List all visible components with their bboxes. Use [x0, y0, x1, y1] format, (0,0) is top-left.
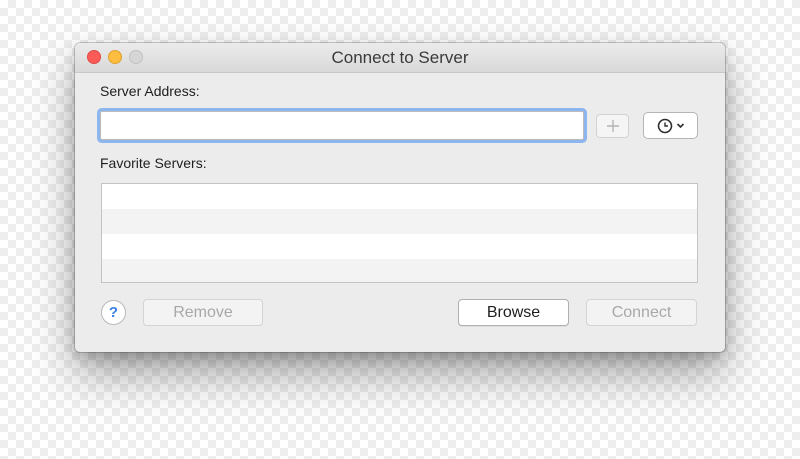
add-to-favorites-button[interactable] [596, 114, 629, 138]
window-title: Connect to Server [331, 48, 469, 67]
favorite-servers-label: Favorite Servers: [100, 155, 207, 171]
list-row [102, 209, 697, 234]
title-bar[interactable]: Connect to Server [75, 43, 725, 73]
list-row [102, 259, 697, 282]
chevron-down-icon [676, 123, 685, 129]
connect-button[interactable]: Connect [586, 299, 697, 326]
list-row [102, 234, 697, 259]
plus-icon [606, 120, 619, 132]
recent-servers-button[interactable] [643, 112, 698, 139]
connect-to-server-window: Connect to Server Server Address: Favori… [75, 43, 725, 352]
server-address-input[interactable] [100, 111, 584, 140]
favorite-servers-list[interactable] [101, 183, 698, 283]
list-row [102, 184, 697, 209]
server-address-label: Server Address: [100, 83, 200, 99]
help-button[interactable]: ? [101, 300, 126, 325]
clock-icon [657, 118, 673, 133]
remove-button[interactable]: Remove [143, 299, 263, 326]
browse-button[interactable]: Browse [458, 299, 569, 326]
